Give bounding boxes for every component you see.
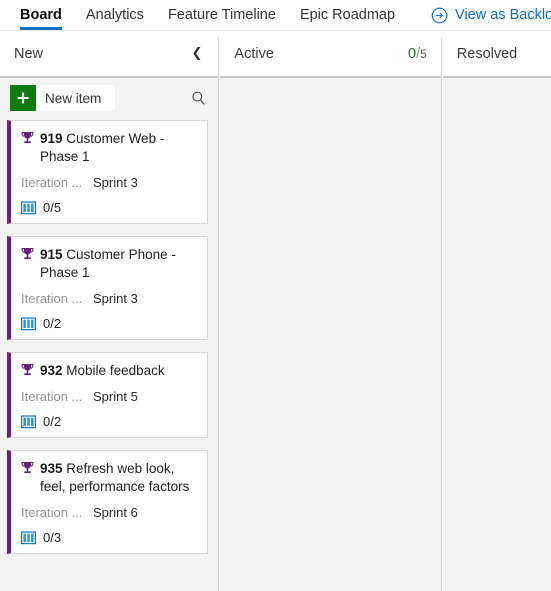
column-title-new: New <box>14 45 44 62</box>
column-toolbar-new: New item <box>0 78 219 118</box>
tab-feature-timeline-label: Feature Timeline <box>167 7 276 23</box>
card-field-value: Sprint 3 <box>93 175 138 190</box>
card-id: 935 <box>40 461 63 476</box>
work-item-card[interactable]: 932 Mobile feedback Iteration ... Sprint… <box>7 352 209 438</box>
work-item-card[interactable]: 915 Customer Phone - Phase 1 Iteration .… <box>7 236 209 340</box>
card-field-iteration: Iteration ... Sprint 6 <box>21 505 197 520</box>
story-book-icon <box>21 414 36 429</box>
card-name: Mobile feedback <box>66 363 165 378</box>
card-progress-count: 0/3 <box>43 530 62 545</box>
column-wip-counter: 0/5 <box>408 46 427 62</box>
board-column-active: Active 0/5 <box>220 31 441 591</box>
story-book-icon <box>21 200 36 215</box>
story-book-icon <box>21 530 36 545</box>
trophy-icon <box>21 460 34 475</box>
tab-epic-roadmap[interactable]: Epic Roadmap <box>288 0 407 30</box>
card-field-iteration: Iteration ... Sprint 5 <box>21 389 197 404</box>
work-item-card[interactable]: 935 Refresh web look, feel, performance … <box>7 450 209 554</box>
column-header-new: New ❮ <box>0 31 218 76</box>
trophy-icon <box>21 246 34 261</box>
card-id: 932 <box>40 363 63 378</box>
column-title-resolved: Resolved <box>456 45 518 62</box>
column-wip-limit: 5 <box>420 46 427 61</box>
view-as-backlog-label: View as Backlog <box>455 7 551 23</box>
story-book-icon <box>21 316 36 331</box>
card-progress-count: 0/2 <box>43 414 62 429</box>
column-title-active: Active <box>234 45 274 62</box>
tab-board-label: Board <box>20 7 62 23</box>
column-header-active: Active 0/5 <box>220 31 440 76</box>
card-id: 915 <box>40 247 63 262</box>
view-as-backlog-button[interactable]: View as Backlog <box>431 0 551 30</box>
card-footer: 0/2 <box>21 414 197 429</box>
card-progress-count: 0/5 <box>43 200 62 215</box>
column-separator <box>218 37 220 591</box>
kanban-board: New ❮ New item 919 Customer Web - Phase … <box>0 31 551 591</box>
card-footer: 0/2 <box>21 316 197 331</box>
trophy-icon <box>21 362 34 377</box>
card-title-text: 935 Refresh web look, feel, performance … <box>40 460 197 496</box>
board-column-new: New ❮ New item 919 Customer Web - Phase … <box>0 31 219 591</box>
board-column-resolved: Resolved <box>442 31 551 591</box>
work-item-card[interactable]: 919 Customer Web - Phase 1 Iteration ...… <box>7 120 209 224</box>
card-field-value: Sprint 3 <box>93 291 138 306</box>
card-id: 919 <box>40 131 63 146</box>
top-navigation-bar: Board Analytics Feature Timeline Epic Ro… <box>0 0 551 31</box>
card-title-row: 932 Mobile feedback <box>21 362 197 380</box>
column-wip-current: 0 <box>408 45 417 62</box>
arrow-circle-right-icon <box>431 7 448 24</box>
card-footer: 0/3 <box>21 530 197 545</box>
new-item-button[interactable]: New item <box>10 85 116 111</box>
chevron-left-icon[interactable]: ❮ <box>190 45 205 62</box>
tab-analytics-label: Analytics <box>85 7 144 23</box>
card-field-iteration: Iteration ... Sprint 3 <box>21 175 197 190</box>
tab-board[interactable]: Board <box>8 0 74 30</box>
new-item-label: New item <box>45 90 102 106</box>
column-body-new: New item 919 Customer Web - Phase 1 Iter… <box>0 76 219 591</box>
card-field-label: Iteration ... <box>21 389 83 404</box>
column-body-resolved[interactable] <box>442 76 551 591</box>
card-field-iteration: Iteration ... Sprint 3 <box>21 291 197 306</box>
card-field-label: Iteration ... <box>21 505 83 520</box>
column-header-resolved: Resolved <box>443 31 551 76</box>
column-body-active[interactable] <box>220 76 441 591</box>
column-separator <box>440 37 442 591</box>
tab-epic-roadmap-label: Epic Roadmap <box>299 7 396 23</box>
card-progress-count: 0/2 <box>43 316 62 331</box>
card-title-text: 915 Customer Phone - Phase 1 <box>40 246 197 282</box>
card-title-row: 915 Customer Phone - Phase 1 <box>21 246 197 282</box>
card-title-row: 919 Customer Web - Phase 1 <box>21 130 197 166</box>
card-title-text: 919 Customer Web - Phase 1 <box>40 130 197 166</box>
card-field-label: Iteration ... <box>21 291 83 306</box>
card-field-value: Sprint 5 <box>93 389 138 404</box>
plus-icon <box>10 85 36 111</box>
tab-analytics[interactable]: Analytics <box>74 0 156 30</box>
card-title-row: 935 Refresh web look, feel, performance … <box>21 460 197 496</box>
card-title-text: 932 Mobile feedback <box>40 362 165 380</box>
trophy-icon <box>21 130 34 145</box>
card-footer: 0/5 <box>21 200 197 215</box>
card-list-new: 919 Customer Web - Phase 1 Iteration ...… <box>0 118 218 554</box>
card-field-value: Sprint 6 <box>93 505 138 520</box>
search-icon[interactable] <box>186 86 210 110</box>
card-field-label: Iteration ... <box>21 175 83 190</box>
tab-feature-timeline[interactable]: Feature Timeline <box>156 0 288 30</box>
